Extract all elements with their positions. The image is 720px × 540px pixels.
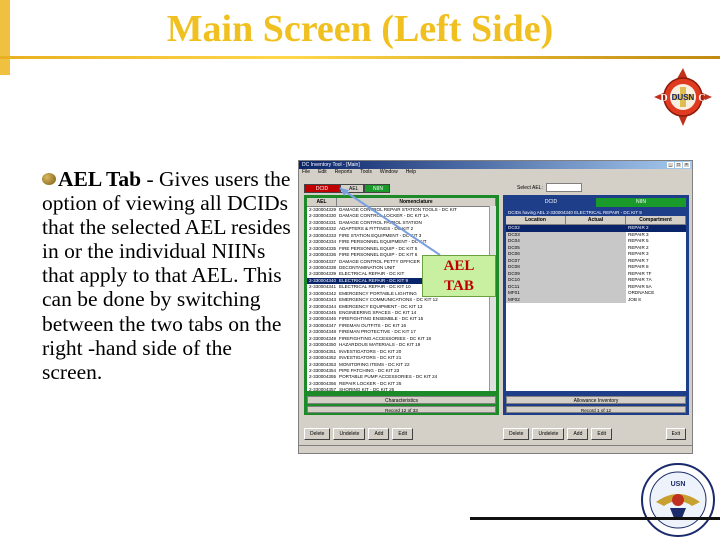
ael-cell: 2-330004357 [309, 387, 337, 391]
dcid-grid-caption: DCIDs having AEL 2-330004340 ELECTRICAL … [506, 209, 686, 216]
dcid-grid-body: DC02 REPAIR 2 DC03 REPAIR 3 DC04 REPAIR 5 DC05… [506, 225, 686, 303]
logo-top-letter-right: C [698, 93, 705, 104]
menu-edit[interactable]: Edit [318, 169, 327, 176]
left-button-row: Delete Undelete Add Edit [304, 428, 413, 440]
col-ael[interactable]: AEL [307, 198, 337, 206]
title-divider [0, 56, 720, 59]
select-ael-input[interactable] [545, 183, 582, 192]
right-tabs: DCID NIIN [506, 198, 686, 207]
dcid-grid-header: Location Actual Compartment [506, 216, 686, 225]
navy-seal-logo-bottom: USN [641, 463, 715, 537]
right-edit-button[interactable]: Edit [591, 428, 612, 440]
main-tabs: DCID AEL NIIN [304, 184, 390, 193]
bullet-lead: AEL Tab [58, 167, 142, 191]
select-ael-label: Select AEL: [517, 184, 543, 191]
bullet-body: - Gives users the option of viewing all … [42, 167, 291, 384]
compartment-cell: JOB 8 [628, 296, 641, 302]
ael-grid-header: AEL Nomenclature [307, 198, 496, 207]
col-actual[interactable]: Actual [566, 216, 626, 224]
slide-title: Main Screen (Left Side) [166, 8, 554, 50]
dcid-grid: DCIDs having AEL 2-330004340 ELECTRICAL … [506, 209, 686, 391]
minimize-icon[interactable]: _ [667, 162, 674, 168]
right-button-row: Delete Undelete Add Edit [503, 428, 612, 440]
menu-bar: File Edit Reports Tools Window Help [299, 169, 692, 176]
right-tab-dcid[interactable]: DCID [506, 198, 596, 207]
select-ael: Select AEL: [517, 183, 582, 192]
menu-reports[interactable]: Reports [335, 169, 353, 176]
ael-grid-scrollbar[interactable] [489, 206, 496, 391]
tab-ael[interactable]: AEL [340, 184, 364, 193]
callout-line-2: TAB [444, 278, 474, 294]
tab-nin[interactable]: NIIN [364, 184, 390, 193]
col-compartment[interactable]: Compartment [626, 216, 686, 224]
bottom-divider [470, 517, 720, 520]
bullet-icon [42, 173, 56, 185]
maximize-icon[interactable]: □ [675, 162, 682, 168]
right-undelete-button[interactable]: Undelete [532, 428, 565, 440]
app-window: DC Inventory Tool - [Main] _ □ × File Ed… [298, 160, 693, 454]
left-undelete-button[interactable]: Undelete [333, 428, 366, 440]
logo-top-text: DUSN [672, 93, 695, 102]
nomenclature-cell: SHORING KIT - DC KIT 26 [339, 387, 395, 391]
ael-panel: AEL Nomenclature 2-330004329 DAMAGE CONTR… [304, 195, 499, 415]
exit-button[interactable]: Exit [665, 428, 686, 440]
close-icon[interactable]: × [683, 162, 690, 168]
col-nomenclature[interactable]: Nomenclature [337, 198, 496, 206]
app-titlebar: DC Inventory Tool - [Main] _ □ × [299, 161, 692, 169]
location-cell: MF02 [506, 296, 566, 303]
ael-grid-body: 2-330004329 DAMAGE CONTROL REPAIR STATION… [307, 207, 496, 391]
allowance-inventory-button[interactable]: Allowance Inventory [506, 396, 686, 404]
col-location[interactable]: Location [506, 216, 566, 224]
dcid-panel: DCID NIIN DCIDs having AEL 2-330004340 E… [503, 195, 689, 415]
left-add-button[interactable]: Add [368, 428, 390, 440]
menu-window[interactable]: Window [380, 169, 398, 176]
ael-table-row[interactable]: 2-330004357 SHORING KIT - DC KIT 26 [307, 387, 496, 391]
logo-bottom-text: USN [671, 481, 686, 488]
menu-help[interactable]: Help [406, 169, 416, 176]
actual-cell [566, 296, 626, 303]
right-add-button[interactable]: Add [567, 428, 589, 440]
ael-tab-callout: AEL TAB [422, 255, 496, 297]
right-delete-button[interactable]: Delete [503, 428, 530, 440]
dcid-record-indicator: Record 1 of 12 [506, 406, 686, 413]
bullet-paragraph: AEL Tab - Gives users the option of view… [42, 167, 292, 384]
left-edit-button[interactable]: Edit [392, 428, 413, 440]
characteristics-button[interactable]: Characteristics [307, 396, 496, 404]
right-tab-niin[interactable]: NIIN [596, 198, 686, 207]
dc-maltese-cross-logo-top: DUSN D C [654, 68, 712, 126]
ael-record-indicator: Record 12 of 33 [307, 406, 496, 413]
menu-file[interactable]: File [302, 169, 310, 176]
status-bar [299, 445, 692, 453]
callout-line-1: AEL [443, 258, 475, 274]
dcid-table-row[interactable]: MF02 JOB 8 [506, 296, 686, 303]
app-title: DC Inventory Tool - [Main] [302, 162, 360, 168]
menu-tools[interactable]: Tools [360, 169, 372, 176]
logo-top-letter-left: D [660, 93, 667, 104]
left-delete-button[interactable]: Delete [304, 428, 331, 440]
tab-dcid[interactable]: DCID [304, 184, 340, 193]
